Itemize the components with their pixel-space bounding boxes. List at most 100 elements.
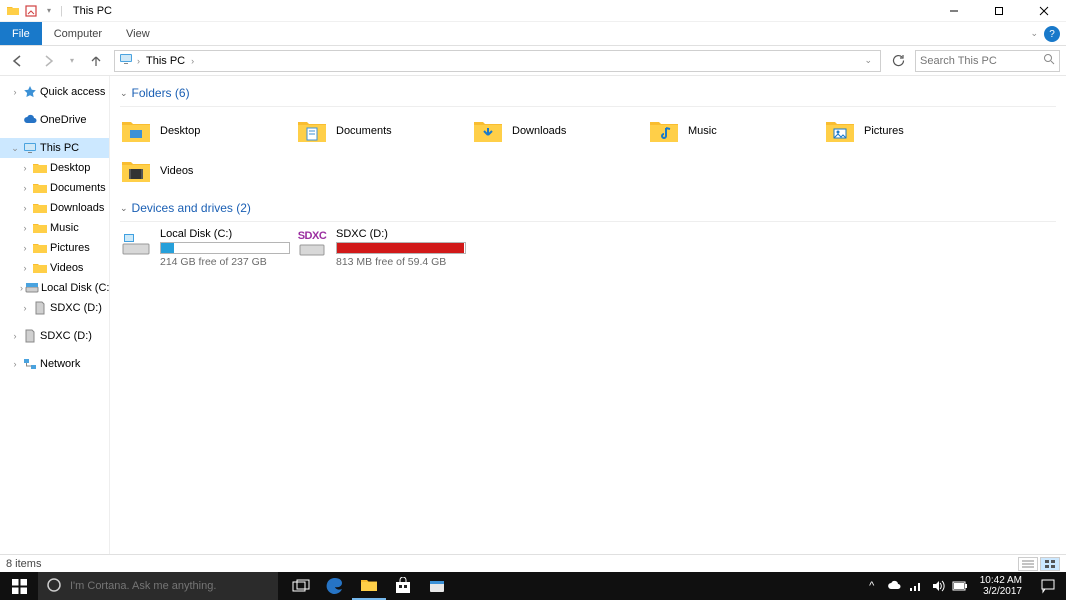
start-button[interactable] (0, 572, 38, 600)
tray-volume-icon[interactable] (930, 578, 946, 594)
up-button[interactable] (84, 49, 108, 73)
sd-card-icon: SDXC (296, 228, 328, 260)
ribbon-tab-computer[interactable]: Computer (42, 22, 114, 45)
sidebar-item-local-disk[interactable]: ›Local Disk (C:) (0, 278, 109, 298)
sidebar-label: SDXC (D:) (50, 302, 102, 314)
close-button[interactable] (1021, 0, 1066, 22)
back-button[interactable] (6, 49, 30, 73)
tray-overflow-icon[interactable]: ^ (864, 578, 880, 594)
sidebar-item-videos[interactable]: ›Videos (0, 258, 109, 278)
chevron-right-icon[interactable]: › (137, 56, 140, 66)
chevron-right-icon[interactable]: › (10, 87, 20, 97)
chevron-down-icon[interactable]: ⌄ (120, 88, 128, 99)
section-header-drives[interactable]: ⌄ Devices and drives (2) (120, 201, 1056, 215)
chevron-down-icon[interactable]: ⌄ (10, 143, 20, 154)
refresh-button[interactable] (887, 50, 909, 72)
drive-free-text: 813 MB free of 59.4 GB (336, 256, 466, 268)
documents-folder-icon (296, 115, 328, 147)
help-button[interactable]: ? (1044, 26, 1060, 42)
sidebar-item-sdxc-root[interactable]: ›SDXC (D:) (0, 326, 109, 346)
folder-icon (32, 180, 48, 196)
folder-icon (32, 260, 48, 276)
tray-battery-icon[interactable] (952, 578, 968, 594)
this-pc-icon (22, 140, 38, 156)
taskbar-edge[interactable] (318, 572, 352, 600)
sidebar-label: Quick access (40, 86, 105, 98)
forward-button[interactable] (36, 49, 60, 73)
taskbar-file-explorer[interactable] (352, 572, 386, 600)
sidebar-item-quick-access[interactable]: › Quick access (0, 82, 109, 102)
folder-pictures[interactable]: Pictures (824, 111, 1000, 151)
downloads-folder-icon (472, 115, 504, 147)
cortana-input[interactable] (70, 580, 270, 592)
maximize-button[interactable] (976, 0, 1021, 22)
sd-card-icon (22, 328, 38, 344)
address-bar[interactable]: › This PC › ⌄ (114, 50, 881, 72)
cortana-search[interactable] (38, 572, 278, 600)
sidebar-item-music[interactable]: ›Music (0, 218, 109, 238)
pictures-folder-icon (824, 115, 856, 147)
drive-name: SDXC (D:) (336, 228, 466, 240)
address-dropdown-icon[interactable]: ⌄ (864, 55, 876, 66)
folder-music[interactable]: Music (648, 111, 824, 151)
folder-icon (32, 160, 48, 176)
chevron-right-icon[interactable]: › (191, 56, 194, 66)
folder-label: Music (688, 125, 717, 137)
network-icon (22, 356, 38, 372)
tray-network-icon[interactable] (908, 578, 924, 594)
qat-properties-icon[interactable] (24, 4, 38, 18)
taskbar: ^ 10:42 AM 3/2/2017 (0, 572, 1066, 600)
explorer-icon (6, 4, 20, 18)
chevron-down-icon[interactable]: ⌄ (120, 203, 128, 214)
recent-dropdown[interactable]: ▾ (66, 49, 78, 73)
title-bar: ▾ | This PC (0, 0, 1066, 22)
sidebar-item-downloads[interactable]: ›Downloads (0, 198, 109, 218)
sidebar-item-network[interactable]: ›Network (0, 354, 109, 374)
ribbon-collapse-icon[interactable]: ⌄ (1030, 28, 1038, 39)
drive-free-text: 214 GB free of 237 GB (160, 256, 290, 268)
drive-usage-bar (336, 242, 466, 254)
view-large-icons-button[interactable] (1040, 557, 1060, 571)
breadcrumb-this-pc[interactable]: This PC (144, 55, 187, 67)
search-box[interactable] (915, 50, 1060, 72)
folder-label: Documents (336, 125, 392, 137)
sidebar-item-onedrive[interactable]: OneDrive (0, 110, 109, 130)
taskbar-clock[interactable]: 10:42 AM 3/2/2017 (974, 575, 1028, 597)
sidebar-item-desktop[interactable]: ›Desktop (0, 158, 109, 178)
taskbar-store[interactable] (386, 572, 420, 600)
ribbon-tab-file[interactable]: File (0, 22, 42, 45)
view-details-button[interactable] (1018, 557, 1038, 571)
action-center-button[interactable] (1034, 572, 1062, 600)
sidebar-item-pictures[interactable]: ›Pictures (0, 238, 109, 258)
this-pc-icon (119, 52, 133, 69)
drive-sdxc-d[interactable]: SDXC SDXC (D:) 813 MB free of 59.4 GB (296, 228, 472, 268)
clock-date: 3/2/2017 (980, 586, 1022, 597)
folder-desktop[interactable]: Desktop (120, 111, 296, 151)
qat-dropdown-icon[interactable]: ▾ (42, 4, 56, 18)
videos-folder-icon (120, 155, 152, 187)
drive-local-disk-c[interactable]: Local Disk (C:) 214 GB free of 237 GB (120, 228, 296, 268)
ribbon-tab-view[interactable]: View (114, 22, 162, 45)
folder-downloads[interactable]: Downloads (472, 111, 648, 151)
sidebar-label: Local Disk (C:) (41, 282, 110, 294)
folder-videos[interactable]: Videos (120, 151, 296, 191)
star-icon (22, 84, 38, 100)
sidebar-item-this-pc[interactable]: ⌄ This PC (0, 138, 109, 158)
folder-label: Videos (160, 165, 193, 177)
status-bar: 8 items (0, 554, 1066, 572)
sidebar-item-documents[interactable]: ›Documents (0, 178, 109, 198)
tray-onedrive-icon[interactable] (886, 578, 902, 594)
folder-label: Desktop (160, 125, 200, 137)
music-folder-icon (648, 115, 680, 147)
section-header-folders[interactable]: ⌄ Folders (6) (120, 86, 1056, 100)
taskbar-app[interactable] (420, 572, 454, 600)
cortana-icon (46, 577, 62, 596)
minimize-button[interactable] (931, 0, 976, 22)
sidebar-label: This PC (40, 142, 79, 154)
task-view-button[interactable] (284, 572, 318, 600)
sidebar-item-sdxc[interactable]: ›SDXC (D:) (0, 298, 109, 318)
drive-icon (25, 280, 39, 296)
folder-documents[interactable]: Documents (296, 111, 472, 151)
search-input[interactable] (920, 55, 1055, 67)
sidebar-label: Downloads (50, 202, 104, 214)
